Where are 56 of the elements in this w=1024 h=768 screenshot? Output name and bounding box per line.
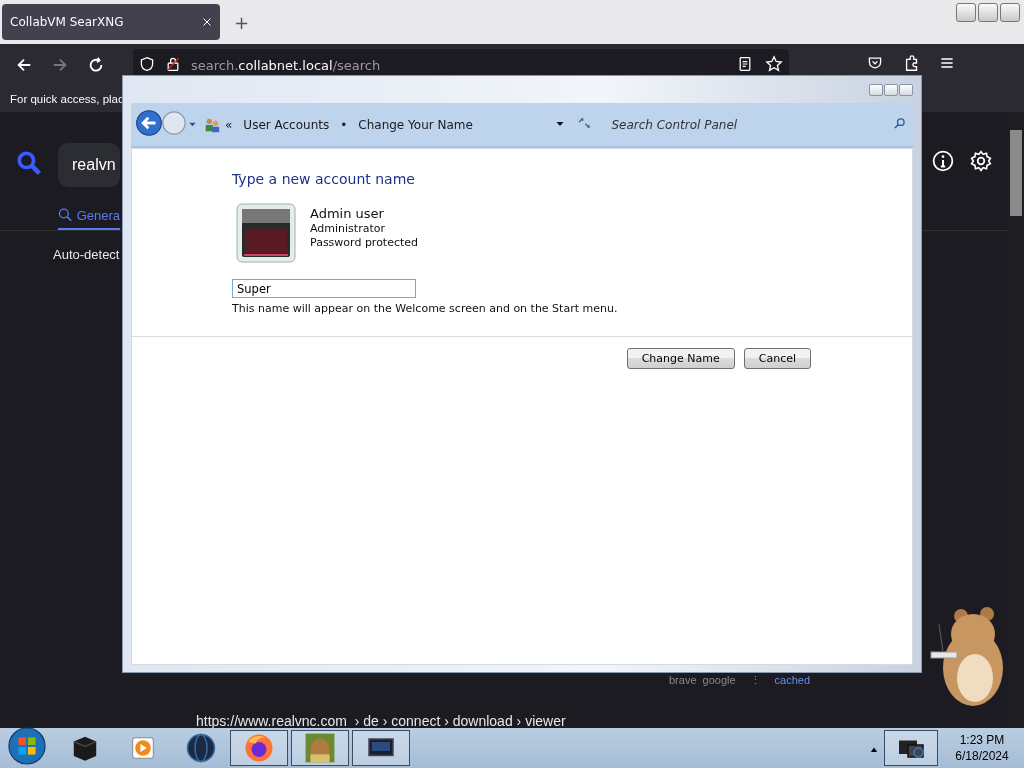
new-tab-button[interactable]: + bbox=[234, 11, 250, 33]
reload-icon[interactable] bbox=[87, 56, 105, 74]
star-icon[interactable] bbox=[765, 54, 783, 73]
shield-icon bbox=[139, 55, 155, 72]
help-text: This name will appear on the Welcome screen and on the Start menu. bbox=[232, 302, 619, 315]
result-menu[interactable]: ⋮ bbox=[749, 674, 761, 687]
app-tile-icon[interactable] bbox=[304, 732, 336, 764]
back-icon[interactable] bbox=[15, 56, 33, 74]
forward-icon[interactable] bbox=[51, 56, 69, 74]
reader-icon[interactable] bbox=[737, 55, 753, 72]
close-button[interactable] bbox=[1000, 3, 1020, 22]
language-selector[interactable]: Auto-detect bbox=[53, 247, 120, 262]
menu-icon[interactable] bbox=[939, 55, 955, 71]
back-button-icon[interactable] bbox=[136, 110, 162, 136]
url-text[interactable]: search.collabnet.local/search bbox=[191, 57, 381, 73]
media-player-icon[interactable] bbox=[130, 735, 156, 761]
start-button-icon[interactable] bbox=[8, 727, 46, 765]
overflow-chevron[interactable]: « bbox=[225, 117, 233, 132]
maximize-button[interactable] bbox=[884, 83, 898, 96]
minimize-button[interactable] bbox=[956, 3, 976, 22]
breadcrumb-item[interactable]: Change Your Name bbox=[358, 117, 473, 132]
search-field[interactable]: realvn bbox=[58, 143, 120, 187]
maximize-button[interactable] bbox=[978, 3, 998, 22]
result-url: https://www.realvnc.com › de › connect › download › viewer bbox=[196, 713, 566, 729]
tray-expand-icon[interactable] bbox=[870, 745, 878, 754]
settings-icon[interactable] bbox=[970, 150, 992, 172]
account-status: Password protected bbox=[310, 236, 419, 249]
result-link[interactable]: brave bbox=[669, 674, 697, 687]
refresh-icon[interactable] bbox=[577, 116, 592, 130]
search-icon[interactable] bbox=[16, 150, 42, 176]
firefox-icon[interactable] bbox=[244, 733, 274, 763]
scrollbar-thumb[interactable] bbox=[1010, 130, 1022, 216]
breadcrumb-separator: • bbox=[340, 117, 348, 132]
category-tab[interactable]: Genera bbox=[58, 207, 120, 230]
taskbar-clock[interactable]: 1:23 PM 6/18/2024 bbox=[940, 732, 1024, 764]
dialog-button[interactable]: Change Name bbox=[626, 348, 735, 369]
account-name-input[interactable]: Super bbox=[232, 279, 416, 298]
info-icon[interactable] bbox=[932, 150, 954, 172]
close-icon[interactable] bbox=[202, 17, 212, 27]
account-name: Admin user bbox=[310, 206, 385, 221]
result-link[interactable]: google bbox=[702, 674, 736, 687]
search-icon bbox=[58, 207, 73, 223]
dialog-button[interactable]: Cancel bbox=[743, 348, 811, 369]
user-avatar-icon bbox=[236, 203, 296, 263]
cached-link[interactable]: cached bbox=[774, 674, 811, 687]
page-heading: Type a new account name bbox=[232, 171, 416, 187]
account-type: Administrator bbox=[310, 222, 386, 235]
breadcrumb-item[interactable]: User Accounts bbox=[243, 117, 330, 132]
close-button[interactable] bbox=[899, 83, 913, 96]
minimize-button[interactable] bbox=[869, 83, 883, 96]
pocket-icon[interactable] bbox=[867, 55, 883, 71]
search-field[interactable]: Search Control Panel bbox=[611, 117, 822, 132]
globe-icon[interactable] bbox=[186, 733, 216, 763]
lock-icon bbox=[165, 55, 181, 72]
search-icon[interactable] bbox=[893, 116, 906, 130]
browser-tab[interactable]: CollabVM SearXNG bbox=[2, 4, 220, 40]
